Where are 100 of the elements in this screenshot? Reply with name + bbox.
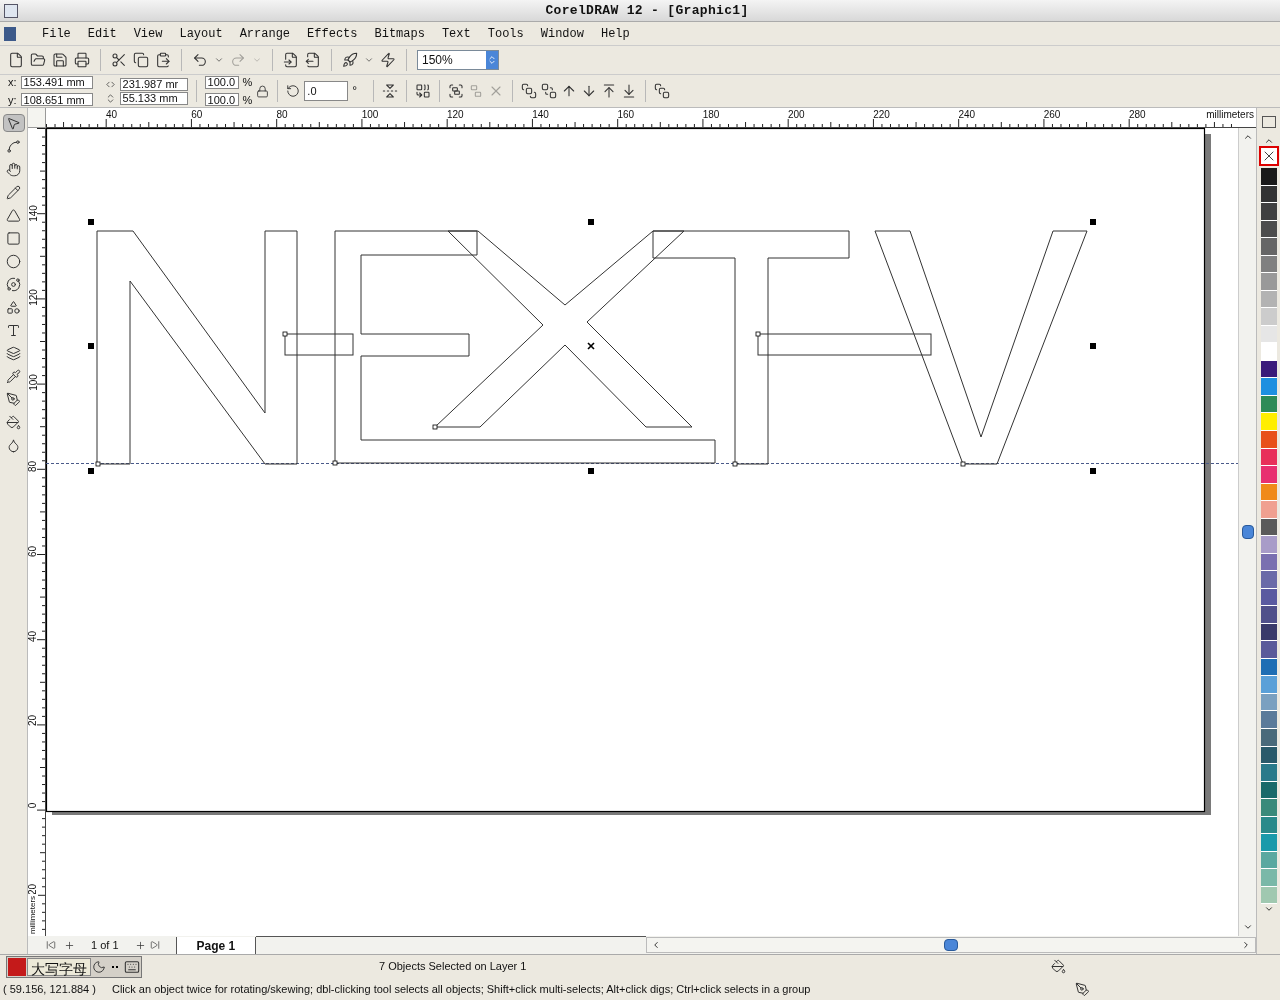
color-swatch[interactable] <box>1260 448 1277 467</box>
menu-item[interactable]: Tools <box>481 24 530 43</box>
add-page-icon[interactable] <box>134 939 146 951</box>
scroll-thumb[interactable] <box>1241 525 1254 539</box>
color-swatch[interactable] <box>1260 255 1277 274</box>
color-swatch[interactable] <box>1260 168 1277 186</box>
color-swatch[interactable] <box>1260 273 1277 291</box>
color-swatch[interactable] <box>1260 378 1277 396</box>
color-swatch[interactable] <box>1260 799 1277 817</box>
color-swatch[interactable] <box>1260 360 1277 379</box>
color-swatch[interactable] <box>1260 816 1277 835</box>
lock-icon[interactable] <box>256 84 270 98</box>
color-swatch[interactable] <box>1260 869 1277 887</box>
fill-icon[interactable] <box>1051 959 1067 975</box>
selection-handle[interactable] <box>588 468 594 474</box>
cut-icon[interactable] <box>111 52 127 68</box>
open-icon[interactable] <box>30 52 46 68</box>
color-swatch[interactable] <box>1260 711 1277 729</box>
save-icon[interactable] <box>52 52 68 68</box>
scroll-right-icon[interactable] <box>1241 940 1251 950</box>
color-swatch[interactable] <box>1260 693 1277 712</box>
scale-y-field[interactable]: 100.0 <box>204 93 239 107</box>
menu-item[interactable]: File <box>36 24 77 43</box>
keyboard-icon[interactable] <box>124 958 140 975</box>
color-swatch[interactable] <box>1260 203 1277 221</box>
selection-handle[interactable] <box>1090 219 1096 225</box>
rotation-field[interactable]: .0 <box>304 81 349 101</box>
to-back-icon[interactable] <box>541 83 558 99</box>
vertical-scrollbar[interactable] <box>1238 128 1256 936</box>
menu-item[interactable]: Layout <box>173 24 229 43</box>
mirror-icon[interactable] <box>382 83 399 99</box>
color-swatch[interactable] <box>1260 413 1277 431</box>
color-swatch[interactable] <box>1260 430 1277 449</box>
color-swatch[interactable] <box>1260 746 1277 765</box>
color-swatch[interactable] <box>1260 764 1277 782</box>
ime-mode-button[interactable]: 大写字母 <box>27 957 91 976</box>
color-swatch[interactable] <box>1260 238 1277 256</box>
color-swatch[interactable] <box>1260 851 1277 870</box>
color-swatch[interactable] <box>1260 395 1277 414</box>
scroll-up-icon[interactable] <box>1242 132 1253 142</box>
last-page-icon[interactable] <box>149 940 160 950</box>
color-swatch[interactable] <box>1260 536 1277 554</box>
add-page-icon[interactable] <box>64 939 75 951</box>
center-marker[interactable] <box>587 342 595 350</box>
scale-x-field[interactable]: 100.0 <box>204 75 239 89</box>
pen-nib-icon[interactable] <box>1075 981 1091 997</box>
palette-up-icon[interactable] <box>1263 136 1274 146</box>
color-swatch[interactable] <box>1260 483 1277 502</box>
color-swatch[interactable] <box>1260 290 1277 309</box>
half-width-icon[interactable] <box>92 959 106 974</box>
group-icon[interactable] <box>448 83 465 99</box>
horizontal-scrollbar[interactable] <box>646 937 1256 953</box>
selection-handle[interactable] <box>1090 343 1096 349</box>
zoom-select[interactable]: 150% <box>417 50 499 70</box>
menu-item[interactable]: Edit <box>81 24 123 43</box>
new-document-icon[interactable] <box>8 52 24 68</box>
color-swatch[interactable] <box>1260 571 1277 589</box>
color-swatch[interactable] <box>1260 325 1277 344</box>
tool-button[interactable] <box>2 114 25 132</box>
color-swatch[interactable] <box>1260 676 1277 694</box>
color-swatch[interactable] <box>1260 553 1277 572</box>
menu-item[interactable]: Arrange <box>233 24 297 43</box>
copy-icon[interactable] <box>133 52 149 68</box>
color-swatch[interactable] <box>1260 518 1277 537</box>
selection-handle[interactable] <box>88 343 94 349</box>
color-swatch[interactable] <box>1260 623 1277 642</box>
selection-handle[interactable] <box>588 219 594 225</box>
width-field[interactable]: 231.987 mr <box>119 77 188 91</box>
export-icon[interactable] <box>305 52 321 68</box>
rocket-icon[interactable] <box>342 52 358 68</box>
rotate-icon[interactable] <box>286 84 301 98</box>
color-swatch[interactable] <box>1260 185 1277 204</box>
color-swatch[interactable] <box>1260 606 1277 624</box>
color-swatch[interactable] <box>1260 886 1277 905</box>
color-swatch[interactable] <box>1260 308 1277 326</box>
caret-icon[interactable] <box>364 55 374 65</box>
color-swatch[interactable] <box>1260 834 1277 852</box>
selection-handle[interactable] <box>88 219 94 225</box>
color-swatch[interactable] <box>1260 220 1277 239</box>
color-swatch[interactable] <box>1260 781 1277 800</box>
color-swatch[interactable] <box>1260 501 1277 519</box>
scroll-down-icon[interactable] <box>1242 922 1253 932</box>
palette-down-icon[interactable] <box>1263 904 1274 914</box>
menu-item[interactable]: Window <box>534 24 590 43</box>
height-field[interactable]: 55.133 mm <box>119 91 188 105</box>
lightning-icon[interactable] <box>380 52 396 68</box>
selection-handle[interactable] <box>1090 468 1096 474</box>
color-swatch[interactable] <box>1260 729 1277 747</box>
color-swatch[interactable] <box>1260 641 1277 659</box>
no-fill-swatch[interactable] <box>1258 146 1279 166</box>
color-swatch[interactable] <box>1260 343 1277 361</box>
menu-item[interactable]: Help <box>594 24 636 43</box>
undo-icon[interactable] <box>192 52 208 68</box>
page-tab[interactable]: Page 1 <box>175 936 257 954</box>
color-swatch[interactable] <box>1260 588 1277 607</box>
color-swatch[interactable] <box>1260 658 1277 677</box>
first-page-icon[interactable] <box>46 940 56 950</box>
caret-icon[interactable] <box>214 55 224 65</box>
menu-item[interactable]: Bitmaps <box>368 24 431 43</box>
scroll-thumb[interactable] <box>944 939 959 951</box>
